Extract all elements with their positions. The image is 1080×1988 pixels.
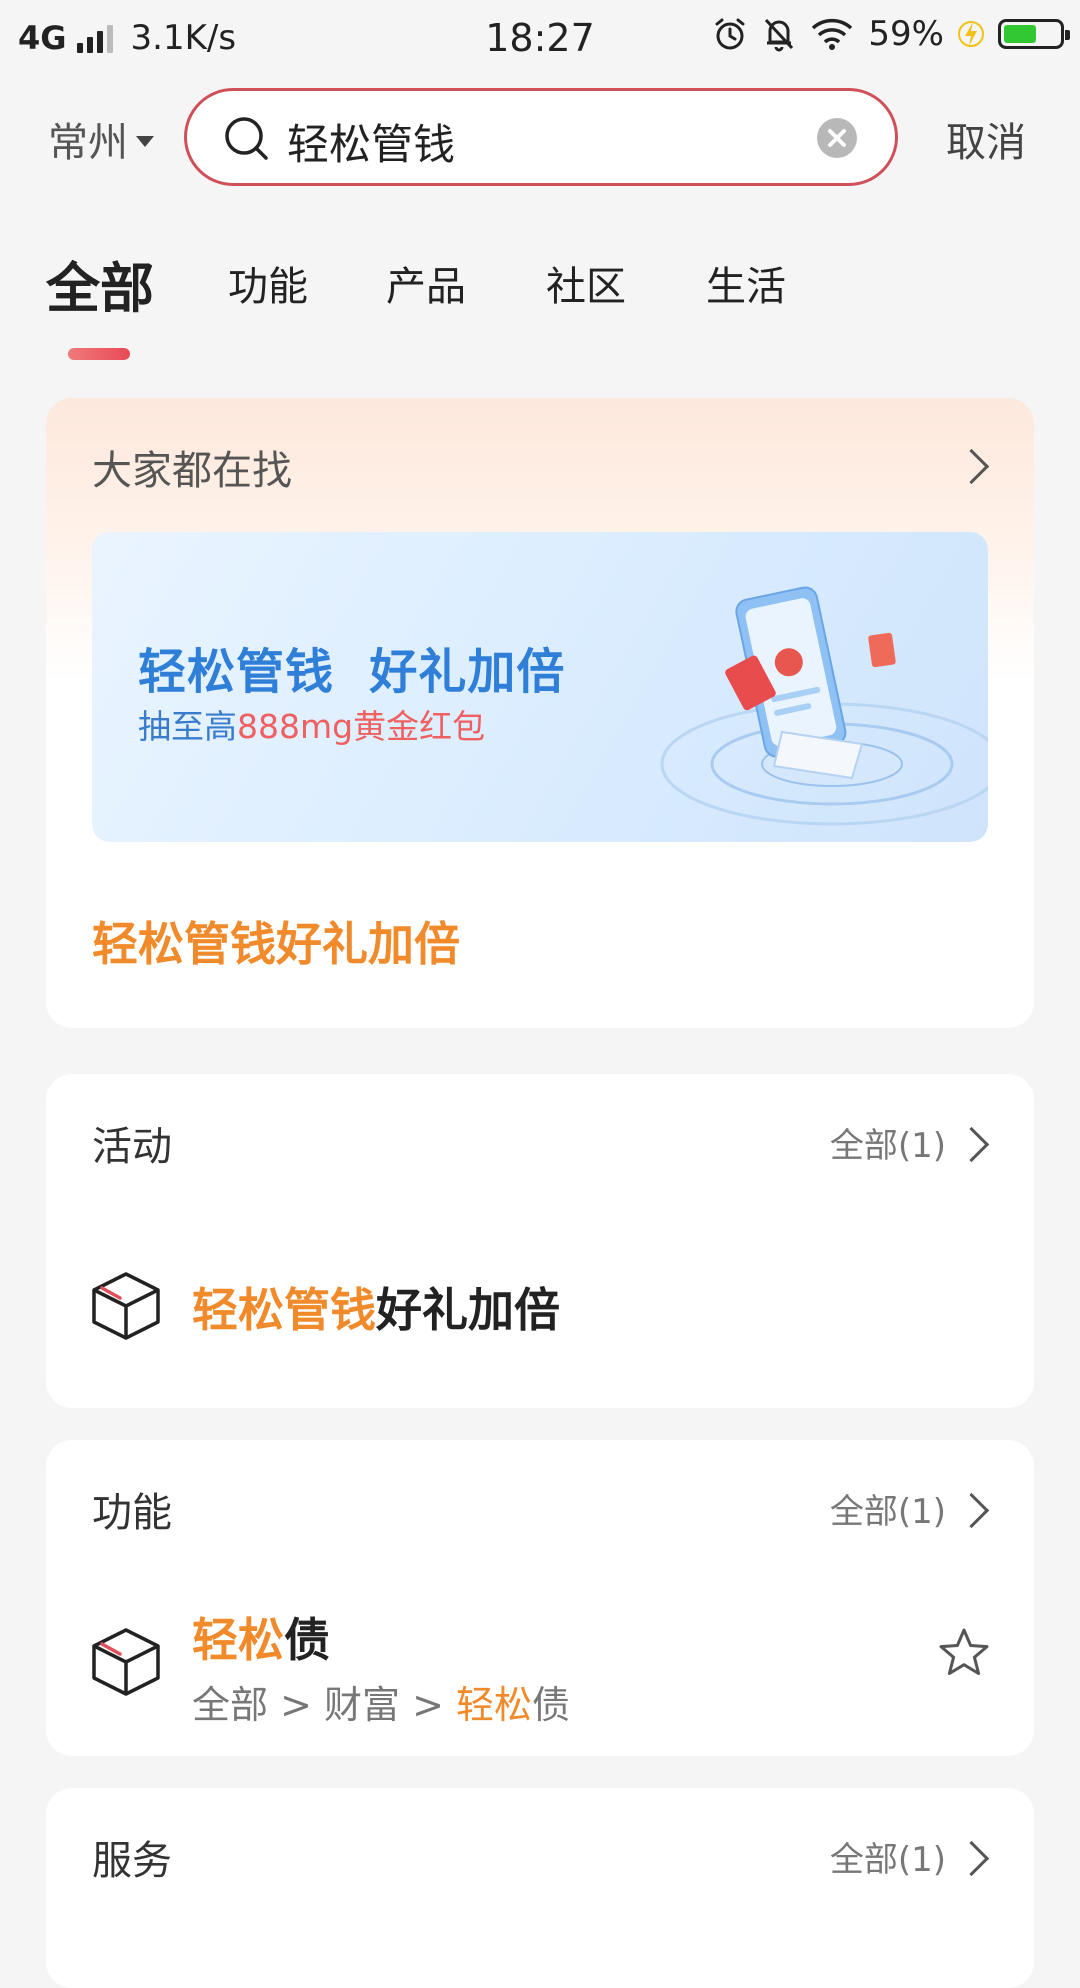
function-path-prefix: 全部 > 财富 >	[192, 1683, 456, 1727]
battery-percent: 59%	[868, 14, 944, 54]
city-selector[interactable]: 常州	[48, 110, 154, 168]
charging-icon	[958, 21, 984, 47]
promo-banner[interactable]: 轻松管钱 好礼加倍 抽至高888mg黄金红包	[92, 532, 988, 842]
trending-card: 大家都在找 轻松管钱 好礼加倍 抽至高888mg黄金红包 轻松管钱好礼加倍	[46, 398, 1034, 1028]
chevron-right-icon[interactable]	[953, 1840, 990, 1877]
star-icon[interactable]	[936, 1626, 992, 1682]
functions-section: 功能 全部(1) 轻松债 全部 > 财富 > 轻松债	[46, 1440, 1034, 1756]
trending-link[interactable]: 轻松管钱好礼加倍	[92, 908, 460, 974]
activity-section: 活动 全部(1) 轻松管钱好礼加倍	[46, 1074, 1034, 1408]
activity-title: 活动	[92, 1124, 172, 1170]
category-tabs: 全部 功能 产品 社区 生活	[0, 240, 1080, 360]
battery-fill	[1004, 25, 1036, 43]
tab-functions[interactable]: 功能	[228, 254, 308, 312]
chevron-right-icon[interactable]	[953, 1126, 990, 1163]
banner-sub-prefix: 抽至高	[138, 707, 237, 746]
box-icon	[92, 1272, 160, 1340]
activity-item-label: 轻松管钱好礼加倍	[192, 1274, 560, 1340]
tab-life[interactable]: 生活	[706, 254, 786, 312]
search-header: 常州 轻松管钱 取消	[0, 86, 1080, 190]
wifi-icon	[812, 18, 853, 50]
chevron-right-icon[interactable]	[953, 1492, 990, 1529]
search-query: 轻松管钱	[287, 120, 456, 169]
box-icon	[92, 1628, 160, 1696]
clear-icon[interactable]	[817, 118, 857, 158]
search-input[interactable]: 轻松管钱	[184, 88, 898, 186]
function-title-highlight: 轻松	[192, 1613, 284, 1667]
functions-see-all[interactable]: 全部(1)	[830, 1484, 946, 1533]
activity-see-all[interactable]: 全部(1)	[830, 1118, 946, 1167]
tab-community[interactable]: 社区	[546, 254, 626, 312]
search-icon	[225, 117, 268, 160]
status-right: 59%	[712, 14, 1070, 54]
function-path-highlight: 轻松	[456, 1683, 533, 1727]
service-title: 服务	[92, 1838, 172, 1884]
function-item-path: 全部 > 财富 > 轻松债	[192, 1674, 570, 1729]
status-bar: 4G 3.1K/s 18:27 59%	[0, 0, 1080, 76]
mute-bell-icon	[765, 18, 794, 52]
function-path-rest: 债	[532, 1683, 571, 1727]
service-section: 服务 全部(1)	[46, 1788, 1034, 1988]
service-see-all[interactable]: 全部(1)	[830, 1832, 946, 1881]
caret-down-icon	[136, 135, 154, 147]
function-title-rest: 债	[284, 1613, 330, 1667]
activity-item-rest: 好礼加倍	[376, 1283, 560, 1337]
banner-sub-highlight: 888mg黄金红包	[237, 707, 486, 746]
banner-title: 轻松管钱 好礼加倍	[138, 644, 566, 700]
activity-item-highlight: 轻松管钱	[192, 1283, 376, 1337]
trending-title: 大家都在找	[92, 448, 292, 494]
function-item-title: 轻松债	[192, 1604, 330, 1670]
functions-title: 功能	[92, 1490, 172, 1536]
tab-products[interactable]: 产品	[386, 254, 466, 312]
city-label: 常州	[48, 120, 128, 166]
tab-all[interactable]: 全部	[46, 244, 154, 323]
banner-subtitle: 抽至高888mg黄金红包	[138, 700, 485, 748]
cancel-button[interactable]: 取消	[946, 110, 1026, 168]
alarm-icon	[715, 18, 745, 50]
tab-indicator	[68, 348, 130, 360]
chevron-right-icon[interactable]	[953, 448, 990, 485]
battery-icon	[998, 19, 1070, 49]
